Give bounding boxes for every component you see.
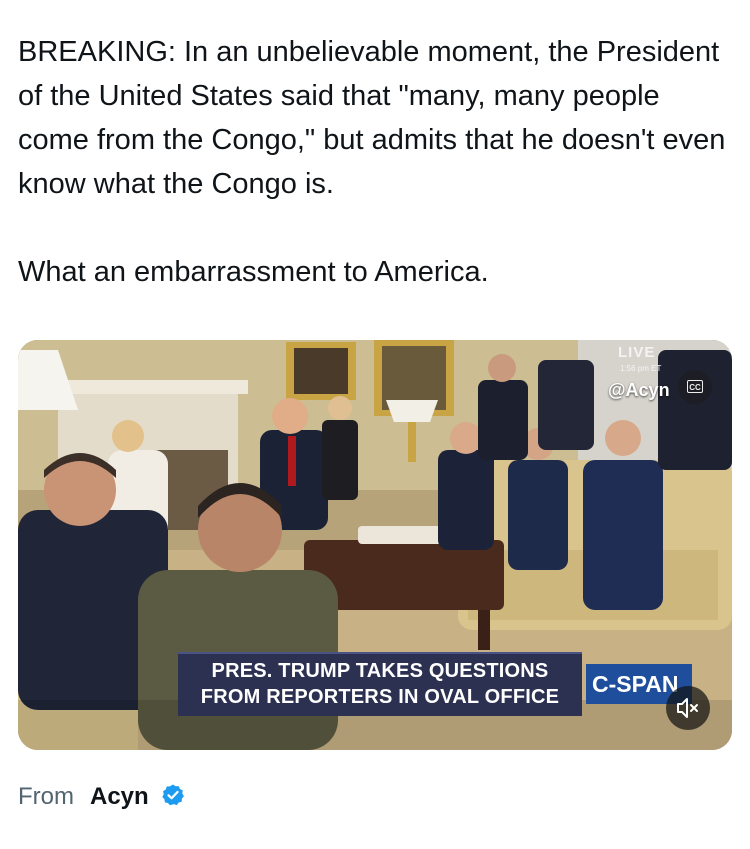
video-player[interactable]: LIVE 1:56 pm ET @Acyn CC PRES. TRUMP TAK… xyxy=(18,340,732,750)
lower-third-caption: PRES. TRUMP TAKES QUESTIONS FROM REPORTE… xyxy=(178,652,582,716)
verified-badge-icon xyxy=(161,784,184,805)
unmute-button[interactable] xyxy=(666,686,710,730)
speaker-muted-icon xyxy=(677,698,698,718)
tweet-text: BREAKING: In an unbelievable moment, the… xyxy=(18,30,730,294)
video-watermark-handle: @Acyn xyxy=(608,380,670,400)
caption-line-2: FROM REPORTERS IN OVAL OFFICE xyxy=(200,686,560,708)
attribution: From Acyn xyxy=(18,780,185,814)
tweet-paragraph: BREAKING: In an unbelievable moment, the… xyxy=(18,36,726,200)
tweet-paragraph: What an embarrassment to America. xyxy=(18,256,489,288)
closed-captions-icon: CC xyxy=(687,380,703,393)
live-badge: LIVE xyxy=(618,344,656,361)
live-time: 1:56 pm ET xyxy=(620,364,662,373)
from-label: From xyxy=(18,783,74,810)
caption-line-1: PRES. TRUMP TAKES QUESTIONS xyxy=(211,660,549,682)
closed-captions-button[interactable]: CC xyxy=(678,370,712,404)
author-name-link[interactable]: Acyn xyxy=(90,783,149,810)
